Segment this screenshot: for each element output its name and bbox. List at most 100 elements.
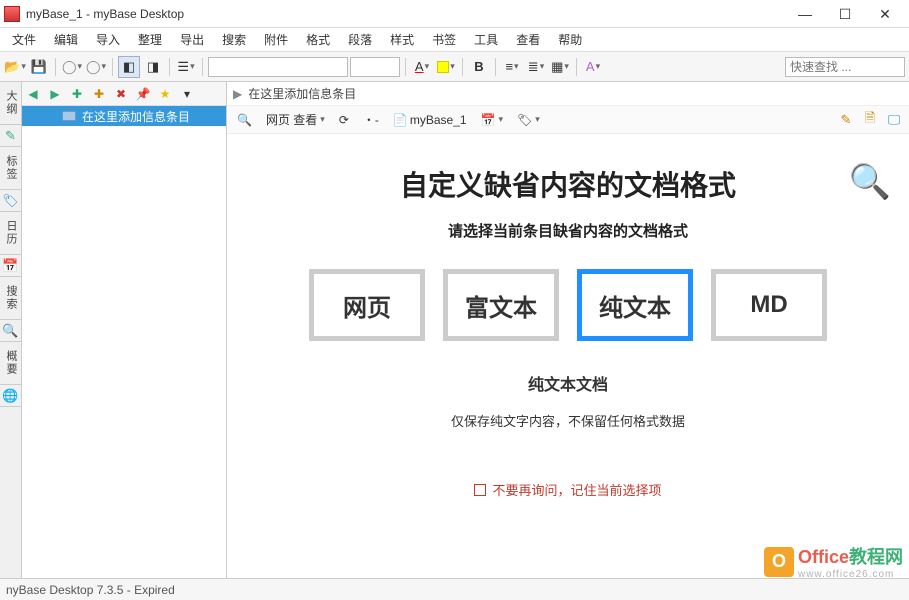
main-toolbar: 📂▾ 💾 ◯▾ ◯▾ ◧ ◨ ☰▾ A▾ ▾ B ≡▾ ≣▾ ▦▾ A▾ — [0, 52, 909, 82]
vertical-tabs: 大纲 ✎ 标签 🏷 日历 📅 搜索 🔍 概要 🌐 — [0, 82, 22, 578]
tree-next-button[interactable]: ▶ — [46, 85, 64, 103]
tree-star-button[interactable]: ★ — [156, 85, 174, 103]
open-folder-button[interactable]: 📂▾ — [4, 56, 26, 78]
menu-tools[interactable]: 工具 — [466, 29, 506, 50]
content-search-button[interactable]: 🔍 — [233, 110, 256, 130]
bold-button[interactable]: B — [468, 56, 490, 78]
save-button[interactable]: 💾 — [28, 56, 50, 78]
status-bar: nyBase Desktop 7.3.5 - Expired — [0, 578, 909, 600]
layout-button[interactable]: ☰▾ — [175, 56, 197, 78]
font-size-select[interactable] — [350, 57, 400, 77]
history-back-button[interactable]: ◯▾ — [61, 56, 83, 78]
document-view: 自定义缺省内容的文档格式 请选择当前条目缺省内容的文档格式 网页 富文本 纯文本… — [227, 134, 909, 578]
vtab-globe-icon[interactable]: 🌐 — [0, 385, 21, 407]
quick-search-input[interactable] — [785, 57, 905, 77]
separator — [462, 58, 463, 76]
menu-import[interactable]: 导入 — [88, 29, 128, 50]
document-icon: 📄 — [393, 113, 408, 127]
menu-file[interactable]: 文件 — [4, 29, 44, 50]
menu-help[interactable]: 帮助 — [550, 29, 590, 50]
panel-left-button[interactable]: ◧ — [118, 56, 140, 78]
tree-more-button[interactable]: ▾ — [178, 85, 196, 103]
maximize-button[interactable]: ☐ — [825, 2, 865, 26]
close-button[interactable]: ✕ — [865, 2, 905, 26]
font-color-icon: A — [415, 59, 424, 74]
vtab-search-icon[interactable]: 🔍 — [0, 320, 21, 342]
webview-mode-button[interactable]: 网页 查看 ▾ — [262, 110, 329, 130]
list-button[interactable]: ≣▾ — [525, 56, 547, 78]
menu-bookmark[interactable]: 书签 — [424, 29, 464, 50]
extra-button[interactable]: A▾ — [582, 56, 604, 78]
menu-view[interactable]: 查看 — [508, 29, 548, 50]
dropdown-icon: ▾ — [425, 61, 430, 72]
menu-export[interactable]: 导出 — [172, 29, 212, 50]
selected-format-desc: 仅保存纯文字内容，不保留任何格式数据 — [247, 411, 889, 430]
view-button[interactable]: 🖵 — [885, 111, 903, 129]
minimize-button[interactable]: — — [785, 2, 825, 26]
magnifier-icon: 🔍 — [849, 163, 891, 201]
format-options: 网页 富文本 纯文本 MD — [247, 269, 889, 341]
tree-delete-button[interactable]: ✖ — [112, 85, 130, 103]
menu-organize[interactable]: 整理 — [130, 29, 170, 50]
doc-tab[interactable]: 📄 myBase_1 — [389, 110, 471, 130]
separator — [576, 58, 577, 76]
vtab-outline-icon[interactable]: ✎ — [0, 125, 21, 147]
nav-button[interactable]: ・- — [359, 110, 383, 130]
dropdown-icon: ▾ — [499, 114, 504, 125]
table-button[interactable]: ▦▾ — [549, 56, 571, 78]
window-title: myBase_1 - myBase Desktop — [26, 7, 785, 21]
vtab-tags-icon[interactable]: 🏷 — [0, 190, 21, 212]
tree-item[interactable]: 在这里添加信息条目 — [22, 106, 226, 126]
checkbox-icon[interactable] — [474, 484, 486, 496]
history-fwd-button[interactable]: ◯▾ — [85, 56, 107, 78]
table-icon: ▦ — [551, 59, 563, 75]
tree-prev-button[interactable]: ◀ — [24, 85, 42, 103]
font-family-select[interactable] — [208, 57, 348, 77]
save-icon: 💾 — [31, 59, 47, 75]
refresh-button[interactable]: ⟳ — [335, 110, 353, 130]
format-option-richtext[interactable]: 富文本 — [443, 269, 559, 341]
dropdown-icon: ▾ — [320, 114, 325, 125]
folder-icon — [62, 111, 76, 121]
dropdown-icon: ▾ — [450, 61, 455, 72]
menu-search[interactable]: 搜索 — [214, 29, 254, 50]
vtab-outline[interactable]: 大纲 — [0, 82, 21, 125]
watermark-url: www.office26.com — [798, 569, 903, 580]
menu-edit[interactable]: 编辑 — [46, 29, 86, 50]
refresh-icon: ⟳ — [339, 113, 349, 127]
edit-icon: ✎ — [841, 112, 852, 128]
vtab-tags[interactable]: 标签 — [0, 147, 21, 190]
format-option-plaintext[interactable]: 纯文本 — [577, 269, 693, 341]
magnifier-button[interactable]: 🔍 — [849, 162, 891, 202]
new-doc-button[interactable]: 🗎 — [861, 111, 879, 129]
menu-attach[interactable]: 附件 — [256, 29, 296, 50]
tree-addchild-button[interactable]: ✚ — [90, 85, 108, 103]
highlight-button[interactable]: ▾ — [435, 56, 457, 78]
tag-button[interactable]: 🏷▾ — [513, 110, 544, 130]
separator — [112, 58, 113, 76]
tree-pin-button[interactable]: 📌 — [134, 85, 152, 103]
vtab-calendar[interactable]: 日历 — [0, 212, 21, 255]
vtab-search[interactable]: 搜索 — [0, 277, 21, 320]
menu-paragraph[interactable]: 段落 — [340, 29, 380, 50]
edit-button[interactable]: ✎ — [837, 111, 855, 129]
tree-add-button[interactable]: ✚ — [68, 85, 86, 103]
calendar-button[interactable]: 📅▾ — [477, 110, 507, 130]
remember-choice-checkbox[interactable]: 不要再询问，记住当前选择项 — [247, 480, 889, 499]
breadcrumb-text[interactable]: 在这里添加信息条目 — [248, 85, 356, 102]
font-color-button[interactable]: A▾ — [411, 56, 433, 78]
align-button[interactable]: ≡▾ — [501, 56, 523, 78]
menu-style[interactable]: 样式 — [382, 29, 422, 50]
menu-format[interactable]: 格式 — [298, 29, 338, 50]
vtab-summary[interactable]: 概要 — [0, 342, 21, 385]
doc-heading: 自定义缺省内容的文档格式 — [247, 164, 889, 204]
vtab-calendar-icon[interactable]: 📅 — [0, 255, 21, 277]
format-option-md[interactable]: MD — [711, 269, 827, 341]
watermark-brand: Office教程网 — [798, 543, 903, 569]
status-text: nyBase Desktop 7.3.5 - Expired — [6, 583, 175, 597]
dropdown-icon: ▾ — [102, 61, 107, 72]
format-option-web[interactable]: 网页 — [309, 269, 425, 341]
new-icon: 🗎 — [865, 109, 875, 131]
panel-right-button[interactable]: ◨ — [142, 56, 164, 78]
outline-tree[interactable]: 在这里添加信息条目 — [22, 106, 226, 578]
